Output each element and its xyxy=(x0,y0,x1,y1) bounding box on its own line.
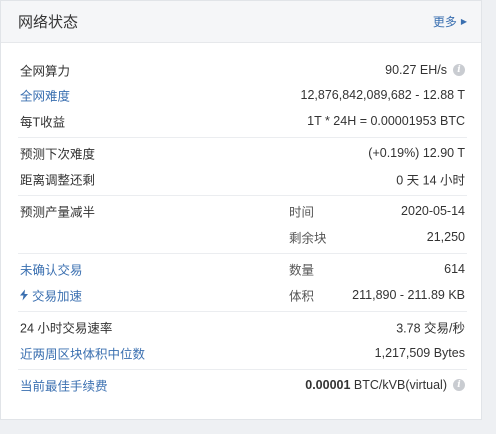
divider xyxy=(18,252,467,254)
difficulty-row: 全网难度 12,876,842,089,682 - 12.88 T xyxy=(18,83,467,109)
income-value: 1T * 24H = 0.00001953 BTC xyxy=(307,113,465,128)
tx-rate-label: 24 小时交易速率 xyxy=(20,321,113,336)
unconfirmed-count-label: 数量 xyxy=(289,263,315,278)
income-row: 每T收益 1T * 24H = 0.00001953 BTC xyxy=(18,108,467,134)
halving-label: 预测产量减半 xyxy=(20,205,96,220)
card-body: 全网算力 90.27 EH/s i 全网难度 12,876,842,089,68… xyxy=(1,43,481,398)
hashrate-label: 全网算力 xyxy=(20,64,71,79)
halving-blocks-row: 剩余块 21,250 xyxy=(18,224,467,250)
more-link-label: 更多 xyxy=(432,15,457,29)
difficulty-value: 12,876,842,089,682 - 12.88 T xyxy=(300,88,466,103)
accelerate-size-value: 211,890 - 211.89 KB xyxy=(352,287,465,302)
adjust-remaining-value: 0 天 14 小时 xyxy=(396,173,465,188)
halving-time-label: 时间 xyxy=(289,205,315,220)
next-difficulty-value: (+0.19%) 12.90 T xyxy=(368,146,465,161)
halving-blocks-value: 21,250 xyxy=(426,229,465,244)
card-title: 网络状态 xyxy=(18,14,79,31)
accelerate-label: 交易加速 xyxy=(32,289,83,304)
tx-rate-row: 24 小时交易速率 3.78 交易/秒 xyxy=(18,315,467,341)
fee-value: 0.00001 xyxy=(305,378,351,393)
median-block-value: 1,217,509 Bytes xyxy=(374,345,465,360)
divider xyxy=(18,194,467,196)
unconfirmed-count-value: 614 xyxy=(444,262,465,277)
divider xyxy=(18,310,467,312)
chevron-right-icon: ▶ xyxy=(460,16,467,26)
lightning-bolt-icon xyxy=(20,289,28,301)
next-difficulty-row: 预测下次难度 (+0.19%) 12.90 T xyxy=(18,141,467,167)
halving-time-row: 预测产量减半 时间 2020-05-14 xyxy=(18,199,467,225)
median-block-link[interactable]: 近两周区块体积中位数 xyxy=(20,343,145,362)
more-link[interactable]: 更多 ▶ xyxy=(433,13,467,30)
accelerate-size-label: 体积 xyxy=(289,289,315,304)
income-label: 每T收益 xyxy=(20,115,66,130)
unconfirmed-link[interactable]: 未确认交易 xyxy=(20,260,83,279)
fee-unit: BTC/kVB(virtual) xyxy=(353,378,447,393)
accelerate-link[interactable]: 交易加速 xyxy=(20,285,82,304)
hashrate-value-group: 90.27 EH/s i xyxy=(385,63,465,77)
network-status-card: 网络状态 更多 ▶ 全网算力 90.27 EH/s i 全网难度 12,876,… xyxy=(0,0,482,420)
accelerate-row: 交易加速 体积 211,890 - 211.89 KB xyxy=(18,282,467,308)
info-icon[interactable]: i xyxy=(453,379,465,392)
adjust-remaining-row: 距离调整还剩 0 天 14 小时 xyxy=(18,166,467,192)
info-icon[interactable]: i xyxy=(453,63,465,76)
tx-rate-value: 3.78 交易/秒 xyxy=(396,321,465,336)
adjust-remaining-label: 距离调整还剩 xyxy=(20,173,96,188)
halving-time-value: 2020-05-14 xyxy=(401,204,465,219)
hashrate-value: 90.27 EH/s xyxy=(385,62,447,77)
difficulty-link[interactable]: 全网难度 xyxy=(20,86,70,105)
fee-row: 当前最佳手续费 0.00001 BTC/kVB(virtual) i xyxy=(18,373,467,399)
divider xyxy=(18,368,467,370)
halving-blocks-label: 剩余块 xyxy=(289,231,327,246)
fee-value-group: 0.00001 BTC/kVB(virtual) i xyxy=(305,378,465,392)
fee-link[interactable]: 当前最佳手续费 xyxy=(20,376,108,395)
next-difficulty-label: 预测下次难度 xyxy=(20,147,96,162)
divider xyxy=(18,136,467,138)
card-header: 网络状态 更多 ▶ xyxy=(1,1,481,43)
hashrate-row: 全网算力 90.27 EH/s i xyxy=(18,57,467,83)
median-block-row: 近两周区块体积中位数 1,217,509 Bytes xyxy=(18,340,467,366)
unconfirmed-row: 未确认交易 数量 614 xyxy=(18,257,467,283)
